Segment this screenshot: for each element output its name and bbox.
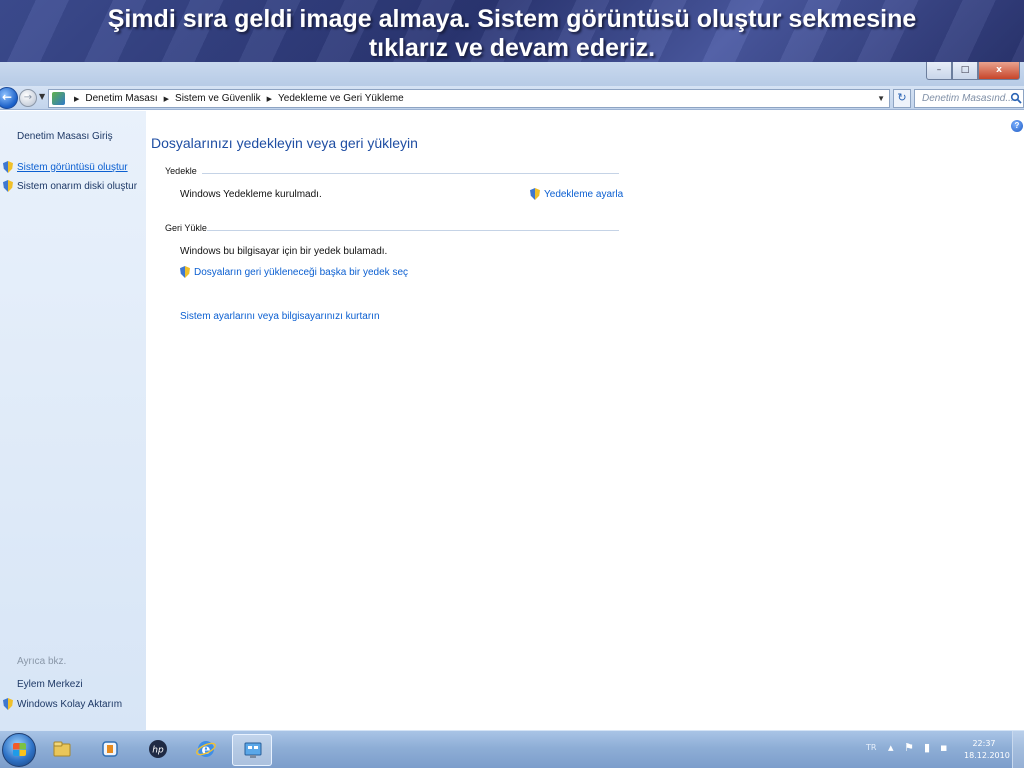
taskbar-media-player-button[interactable] [90,734,130,766]
sidebar-item-label[interactable]: Windows Kolay Aktarım [17,699,122,710]
network-signal-icon[interactable]: ▪ [940,741,947,754]
breadcrumb-item[interactable]: Sistem ve Güvenlik [175,93,261,104]
control-panel-home-link[interactable]: Denetim Masası Giriş [17,131,113,142]
slide-title: Şimdi sıra geldi image almaya. Sistem gö… [0,0,1024,63]
shield-icon [3,161,13,173]
search-placeholder: Denetim Masasınd... [922,93,1014,104]
maximize-button[interactable]: □ [952,62,978,80]
chevron-right-icon[interactable]: ▶ [74,96,79,103]
clock-time: 22:37 [972,739,996,748]
taskbar: hp e TR ▴ ⚑ ▮ ▪ 22:37 18.12.2010 [0,730,1024,768]
show-desktop-button[interactable] [1012,731,1024,768]
control-panel-icon [52,92,65,105]
navigation-bar: ← → ▼ ▶ Denetim Masası ▶ Sistem ve Güvenlik… [0,86,1024,110]
clock-date: 18.12.2010 [964,751,1010,760]
backup-status-text: Windows Yedekleme kurulmadı. [180,189,322,200]
see-also-heading: Ayrıca bkz. [17,656,67,667]
slide-title-line-1: Şimdi sıra geldi image almaya. Sistem gö… [107,5,917,33]
taskbar-hp-button[interactable]: hp [138,734,178,766]
window-titlebar: – □ x [0,62,1024,86]
search-icon[interactable] [1010,92,1022,104]
start-button[interactable] [2,733,36,767]
action-center-flag-icon[interactable]: ⚑ [904,741,914,754]
main-content: ? Dosyalarınızı yedekleyin veya geri yük… [146,111,1024,730]
section-divider [207,230,619,231]
close-button[interactable]: x [978,62,1020,80]
search-input[interactable]: Denetim Masasınd... [914,89,1024,108]
breadcrumb: ▶ Denetim Masası ▶ Sistem ve Güvenlik ▶ Yedek… [68,90,404,108]
taskbar-control-panel-button[interactable] [232,734,272,766]
action-center-link[interactable]: Eylem Merkezi [17,679,83,690]
hp-icon: hp [149,740,167,758]
backup-section-header: Yedekle [165,166,197,176]
chevron-right-icon[interactable]: ▶ [267,96,272,103]
page-title: Dosyalarınızı yedekleyin veya geri yükle… [151,135,418,151]
sidebar-item-label[interactable]: Sistem onarım diski oluştur [17,181,137,192]
sidebar-item-create-repair-disc[interactable]: Sistem onarım diski oluştur [3,180,137,192]
svg-text:hp: hp [152,746,164,756]
media-player-icon [102,741,118,757]
show-hidden-icons-icon[interactable]: ▴ [888,741,894,754]
sidebar-item-label[interactable]: Sistem görüntüsü oluştur [17,162,128,173]
battery-icon[interactable]: ▮ [924,741,930,754]
clock[interactable]: 22:37 18.12.2010 [964,738,1010,762]
minimize-button[interactable]: – [926,62,952,80]
taskbar-internet-explorer-button[interactable]: e [186,734,226,766]
windows-easy-transfer-link[interactable]: Windows Kolay Aktarım [3,698,122,710]
control-panel-icon [244,742,262,758]
back-button[interactable]: ← [0,87,18,109]
control-panel-window: – □ x ← → ▼ ▶ Denetim Masası ▶ Sistem ve Gü… [0,62,1024,730]
explorer-icon [53,741,71,757]
slide-title-banner: Şimdi sıra geldi image almaya. Sistem gö… [0,0,1024,68]
setup-backup-link[interactable]: Yedekleme ayarla [530,188,623,200]
recover-system-label[interactable]: Sistem ayarlarını veya bilgisayarınızı k… [180,311,380,322]
sidebar-item-create-system-image[interactable]: Sistem görüntüsü oluştur [3,161,128,173]
breadcrumb-item[interactable]: Denetim Masası [85,93,157,104]
slide-title-line-2: tıklarız ve devam ederiz. [368,34,656,62]
setup-backup-label[interactable]: Yedekleme ayarla [544,189,623,200]
forward-button[interactable]: → [19,89,37,107]
recent-pages-dropdown[interactable]: ▼ [39,92,45,101]
shield-icon [530,188,540,200]
select-another-backup-label[interactable]: Dosyaların geri yükleneceği başka bir ye… [194,267,408,278]
shield-icon [3,180,13,192]
refresh-button[interactable]: ↻ [893,89,911,108]
taskbar-explorer-button[interactable] [42,734,82,766]
window-controls: – □ x [926,62,1020,80]
restore-section-header: Geri Yükle [165,223,207,233]
task-pane: Denetim Masası Giriş Sistem görüntüsü ol… [0,111,146,730]
chevron-right-icon[interactable]: ▶ [164,96,169,103]
language-indicator[interactable]: TR [866,743,876,752]
recover-system-link[interactable]: Sistem ayarlarını veya bilgisayarınızı k… [180,311,380,322]
restore-status-text: Windows bu bilgisayar için bir yedek bul… [180,246,388,257]
internet-explorer-icon: e [196,741,216,758]
breadcrumb-item[interactable]: Yedekleme ve Geri Yükleme [278,93,404,104]
select-another-backup-link[interactable]: Dosyaların geri yükleneceği başka bir ye… [180,266,408,278]
shield-icon [3,698,13,710]
address-bar[interactable]: ▶ Denetim Masası ▶ Sistem ve Güvenlik ▶ Yedek… [48,89,890,108]
system-tray: TR ▴ ⚑ ▮ ▪ 22:37 18.12.2010 [862,731,1024,768]
chevron-down-icon[interactable]: ▼ [877,90,885,107]
section-divider [202,173,619,174]
shield-icon [180,266,190,278]
help-icon[interactable]: ? [1011,120,1023,132]
